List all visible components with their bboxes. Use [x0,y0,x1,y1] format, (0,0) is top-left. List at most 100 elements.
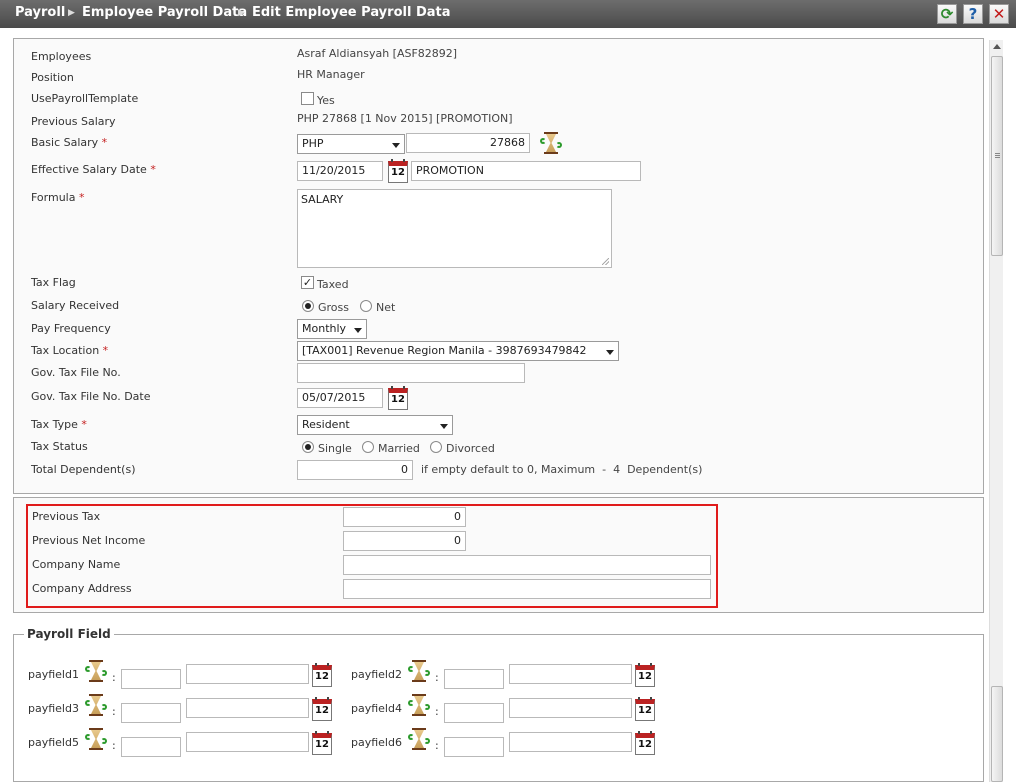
gov-tax-file-date-input[interactable]: 05/07/2015 [297,388,383,408]
payfield2-code-input[interactable] [444,669,504,689]
company-address-label: Company Address [32,582,132,595]
breadcrumb-current-page: Edit Employee Payroll Data [252,5,451,20]
payfield1-code-input[interactable] [121,669,181,689]
scrollbar-thumb[interactable] [991,56,1003,256]
single-radio[interactable] [302,441,314,453]
colon: : [112,671,116,684]
chevron-down-icon [606,350,614,355]
close-button[interactable]: ✕ [989,4,1009,24]
tax-location-select[interactable]: [TAX001] Revenue Region Manila - 3987693… [297,341,619,361]
position-label: Position [31,71,74,84]
payfield6-label: payfield6 [351,736,402,749]
payfield2-value-input[interactable] [509,664,632,684]
previous-tax-label: Previous Tax [32,510,101,523]
gross-option: Gross [318,301,349,314]
hourglass-icon[interactable] [408,660,430,682]
taxed-option: Taxed [317,278,349,291]
calendar-icon[interactable]: 12 [635,663,655,687]
colon: : [112,705,116,718]
breadcrumb-separator-icon: ▶ [238,8,245,18]
gov-tax-file-no-input[interactable] [297,363,525,383]
pay-frequency-select[interactable]: Monthly [297,319,367,339]
payfield3-value-input[interactable] [186,698,309,718]
payfield1-value-input[interactable] [186,664,309,684]
use-payroll-template-label: UsePayrollTemplate [31,92,139,105]
effective-date-note-input[interactable]: PROMOTION [411,161,641,181]
calendar-icon[interactable]: 12 [388,159,408,183]
grip-icon [995,153,1000,154]
gross-radio[interactable] [302,300,314,312]
currency-select[interactable]: PHP [297,134,405,154]
formula-label: Formula * [31,191,85,204]
married-option: Married [378,442,420,455]
position-value: HR Manager [297,68,365,81]
divorced-radio[interactable] [430,441,442,453]
calendar-icon[interactable]: 12 [312,731,332,755]
scrollbar-thumb-lower[interactable] [991,686,1003,782]
divorced-option: Divorced [446,442,495,455]
employees-label: Employees [31,50,92,63]
pay-frequency-label: Pay Frequency [31,322,111,335]
vertical-scrollbar[interactable] [989,40,1003,782]
calendar-icon[interactable]: 12 [312,663,332,687]
total-dependents-input[interactable]: 0 [297,460,413,480]
salary-received-label: Salary Received [31,299,120,312]
breadcrumb-employee-payroll-data[interactable]: Employee Payroll Data [82,5,247,20]
tax-status-label: Tax Status [31,440,88,453]
refresh-button[interactable]: ⟳ [937,4,957,24]
previous-net-income-input[interactable]: 0 [343,531,466,551]
calendar-icon[interactable]: 12 [635,697,655,721]
help-button[interactable]: ? [963,4,983,24]
resize-grip-icon[interactable] [602,258,609,265]
married-radio[interactable] [362,441,374,453]
chevron-down-icon [392,143,400,148]
payfield4-value-input[interactable] [509,698,632,718]
gov-tax-file-no-label: Gov. Tax File No. [31,366,121,379]
calendar-icon[interactable]: 12 [312,697,332,721]
grip-icon [995,157,1000,158]
grip-icon [995,155,1000,156]
effective-salary-date-label: Effective Salary Date * [31,163,156,176]
effective-date-input[interactable]: 11/20/2015 [297,161,383,181]
net-option: Net [376,301,396,314]
hourglass-icon[interactable] [408,694,430,716]
total-dependents-label: Total Dependent(s) [31,463,136,476]
total-dependents-hint: if empty default to 0, Maximum - 4 Depen… [421,463,703,476]
payfield6-code-input[interactable] [444,737,504,757]
hourglass-icon[interactable] [85,728,107,750]
company-address-input[interactable] [343,579,711,599]
hourglass-icon[interactable] [85,660,107,682]
payfield3-code-input[interactable] [121,703,181,723]
employees-value: Asraf Aldiansyah [ASF82892] [297,47,458,60]
payfield2-label: payfield2 [351,668,402,681]
calendar-icon[interactable]: 12 [635,731,655,755]
close-icon: ✕ [992,5,1006,23]
breadcrumb-payroll[interactable]: Payroll [15,5,65,20]
breadcrumb-separator-icon: ▶ [68,8,75,18]
tax-type-select[interactable]: Resident [297,415,453,435]
company-name-input[interactable] [343,555,711,575]
payfield5-label: payfield5 [28,736,79,749]
hourglass-icon[interactable] [85,694,107,716]
hourglass-icon[interactable] [540,132,562,154]
basic-salary-input[interactable]: 27868 [406,133,530,153]
formula-textarea[interactable]: SALARY [297,189,612,268]
calendar-icon[interactable]: 12 [388,386,408,410]
use-template-checkbox[interactable] [301,92,314,105]
tax-flag-label: Tax Flag [31,276,76,289]
payfield5-value-input[interactable] [186,732,309,752]
use-template-option: Yes [317,94,335,107]
payfield1-label: payfield1 [28,668,79,681]
single-option: Single [318,442,352,455]
previous-tax-input[interactable]: 0 [343,507,466,527]
hourglass-icon[interactable] [408,728,430,750]
payfield6-value-input[interactable] [509,732,632,752]
payfield4-code-input[interactable] [444,703,504,723]
scroll-up-icon[interactable] [993,44,1001,49]
tax-type-label: Tax Type * [31,418,87,431]
payfield4-label: payfield4 [351,702,402,715]
net-radio[interactable] [360,300,372,312]
tax-location-label: Tax Location * [31,344,109,357]
payfield5-code-input[interactable] [121,737,181,757]
taxed-checkbox[interactable]: ✓ [301,276,314,289]
